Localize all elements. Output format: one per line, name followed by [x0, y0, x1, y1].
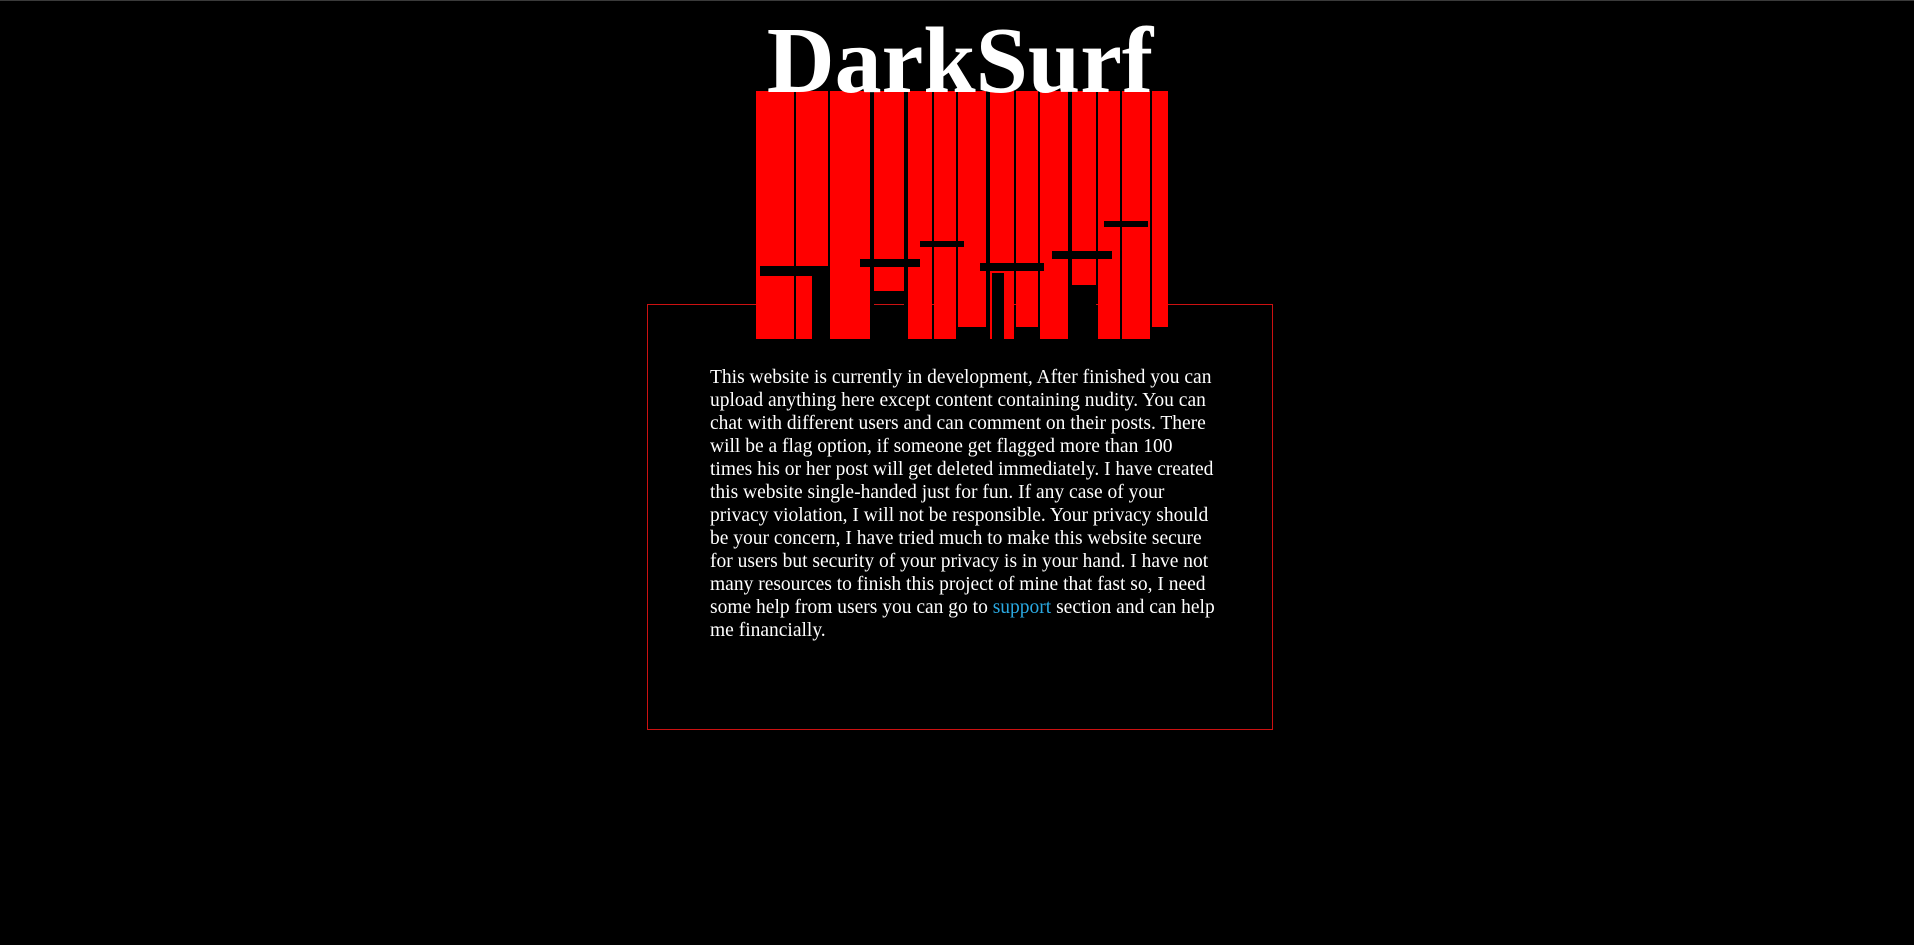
site-title: DarkSurf — [766, 9, 1154, 113]
description-text-part-1: This website is currently in development… — [710, 367, 1214, 618]
site-description: This website is currently in development… — [710, 366, 1215, 642]
site-logo: DarkSurf — [752, 11, 1172, 341]
support-link[interactable]: support — [993, 597, 1052, 618]
